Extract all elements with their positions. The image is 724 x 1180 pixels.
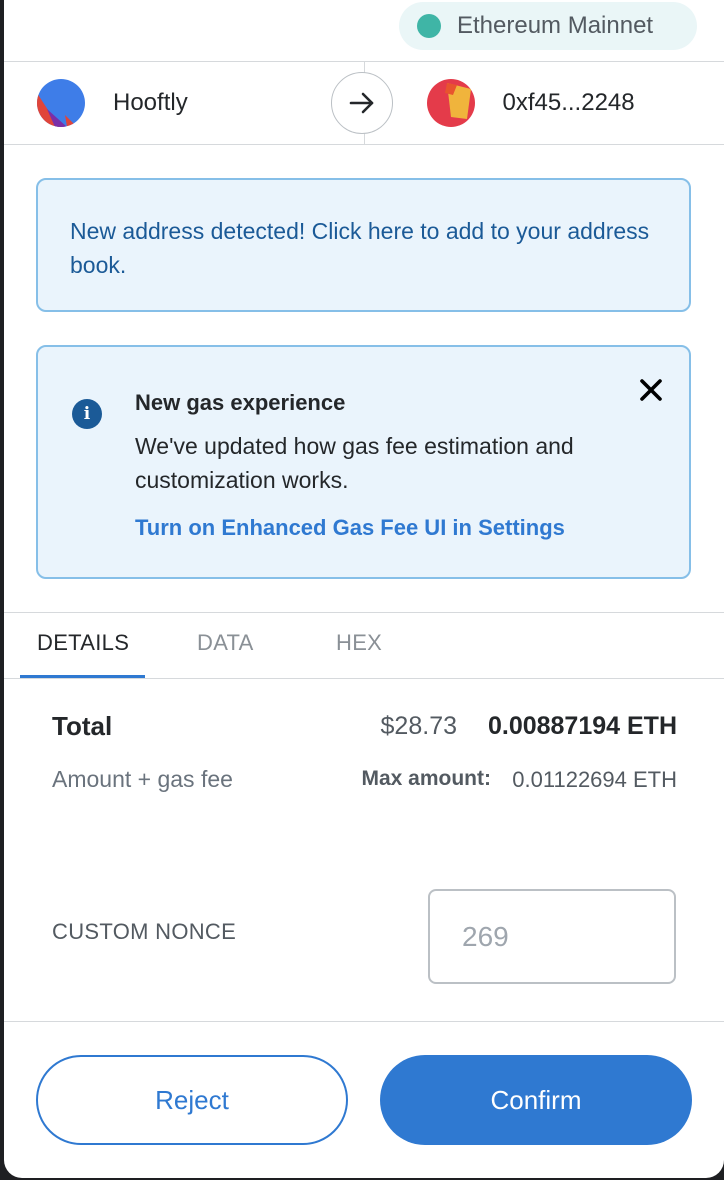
tab-hex[interactable]: HEX [336,630,382,656]
enhanced-gas-settings-link[interactable]: Turn on Enhanced Gas Fee UI in Settings [135,515,565,541]
recipient-account[interactable]: 0xf45...2248 [365,62,724,144]
confirm-button[interactable]: Confirm [380,1055,692,1145]
close-icon[interactable] [636,375,666,405]
total-label: Total [52,711,113,741]
new-address-notice-text: New address detected! Click here to add … [70,218,650,278]
gas-notice-body: We've updated how gas fee estimation and… [135,433,574,493]
max-amount-label: Max amount: [361,767,491,790]
divider [4,1021,724,1022]
gas-notice-title: New gas experience [135,390,346,415]
total-fiat-value: $28.73 [380,712,457,740]
info-icon: i [72,399,102,429]
recipient-address: 0xf45...2248 [502,89,635,116]
divider [4,612,724,613]
total-eth-value: 0.00887194 ETH [487,712,677,740]
custom-nonce-input[interactable] [428,889,676,984]
new-address-notice[interactable]: New address detected! Click here to add … [36,178,691,312]
confirm-transaction-popup: Ethereum Mainnet Hooftly 0xf45...2248 Ne… [4,0,724,1178]
network-status-dot [417,14,441,38]
sender-avatar-icon [37,79,85,127]
sender-account[interactable]: Hooftly [4,62,365,144]
divider [4,678,724,679]
recipient-avatar-icon [426,79,475,127]
tab-details[interactable]: DETAILS [37,630,129,656]
tab-data[interactable]: DATA [197,630,254,656]
amount-gas-fee-label: Amount + gas fee [52,766,233,792]
sender-name: Hooftly [113,89,188,116]
network-selector[interactable]: Ethereum Mainnet [399,2,697,50]
arrow-right-icon [331,72,393,134]
reject-button[interactable]: Reject [36,1055,348,1145]
custom-nonce-label: CUSTOM NONCE [52,919,237,944]
max-amount-value: 0.01122694 ETH [512,767,677,792]
gas-experience-notice: i New gas experience We've updated how g… [36,345,691,579]
network-label: Ethereum Mainnet [457,12,654,39]
